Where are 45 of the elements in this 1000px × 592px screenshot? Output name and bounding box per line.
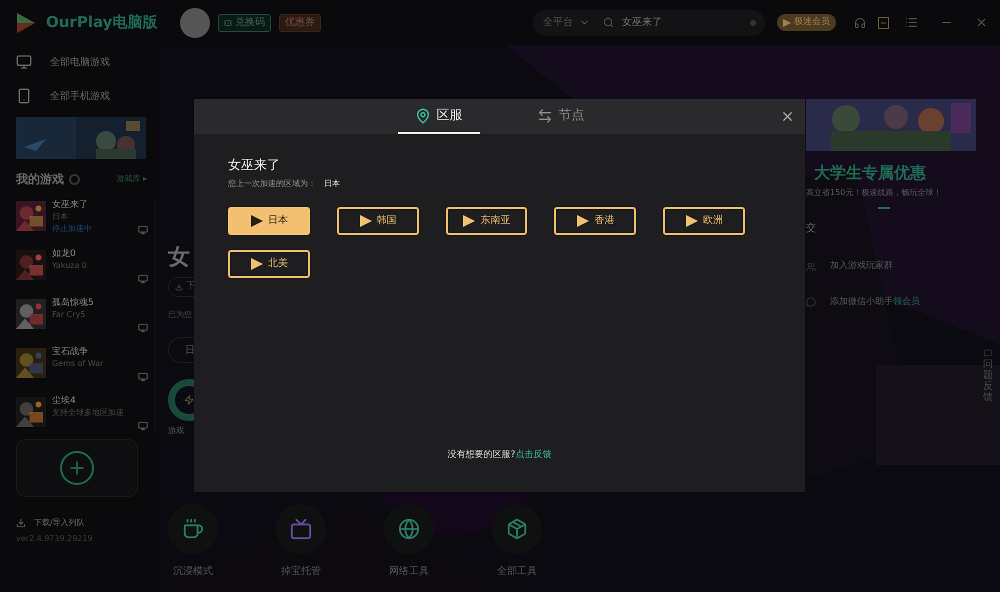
avatar — [180, 8, 210, 38]
close-icon[interactable] — [975, 16, 988, 29]
panel-icon[interactable] — [878, 16, 889, 28]
app-title: OurPlay电脑版 — [46, 12, 158, 34]
platform-dropdown[interactable]: 全平台 — [533, 10, 595, 36]
game-name: 女巫来了 — [52, 199, 89, 211]
game-name: 宝石战争 — [52, 346, 89, 358]
game-library-link[interactable]: 游戏库 ▸ — [116, 173, 147, 185]
monitor-icon — [138, 225, 148, 235]
vip-button[interactable]: 极速会员 — [777, 14, 836, 31]
play-logo-icon — [783, 18, 791, 26]
sidebar-item[interactable]: 全部电脑游戏 — [16, 45, 147, 79]
game-name: 尘埃4 — [52, 395, 77, 407]
game-status: 停止加速中 — [52, 223, 92, 234]
search-field[interactable]: 女巫来了 — [595, 10, 765, 36]
monitor-icon — [16, 54, 32, 70]
coupon-button[interactable]: 优惠券 — [279, 14, 321, 32]
phone-icon — [16, 88, 32, 104]
game-list-item[interactable]: 女巫来了 日本 停止加速中 — [16, 199, 150, 235]
game-list-item[interactable]: 孤岛惊魂5 Far Cry5 — [16, 297, 150, 333]
redeem-code-button[interactable]: 兑换码 — [218, 14, 271, 32]
monitor-icon — [138, 274, 148, 284]
game-name: 孤岛惊魂5 — [52, 297, 94, 309]
game-subtitle: 支持全球多地区加速 — [52, 407, 124, 419]
search-icon — [603, 17, 614, 28]
monitor-icon — [138, 421, 148, 431]
monitor-icon — [138, 372, 148, 382]
game-list-item[interactable]: 尘埃4 支持全球多地区加速 — [16, 395, 150, 431]
game-subtitle: Far Cry5 — [52, 309, 86, 321]
game-list-item[interactable]: 如龙0 Yakuza 0 — [16, 248, 150, 284]
section-title: 我的游戏 — [16, 171, 64, 188]
monitor-icon — [138, 323, 148, 333]
game-subtitle: 日本 — [52, 211, 69, 223]
game-subtitle: Yakuza 0 — [52, 260, 87, 272]
game-list-item[interactable]: 宝石战争 Gems of War — [16, 346, 150, 382]
add-game-button[interactable] — [16, 439, 138, 497]
headset-icon[interactable] — [854, 16, 866, 28]
download-icon — [16, 518, 26, 528]
sidebar-item[interactable]: 全部手机游戏 — [16, 79, 147, 113]
game-name: 如龙0 — [52, 248, 77, 260]
settings-icon[interactable] — [69, 174, 80, 184]
search-input[interactable]: 女巫来了 — [622, 15, 742, 30]
game-subtitle: Gems of War — [52, 358, 104, 370]
ticket-icon — [224, 18, 232, 26]
download-queue-item[interactable]: 下载/导入列队 — [16, 517, 147, 529]
